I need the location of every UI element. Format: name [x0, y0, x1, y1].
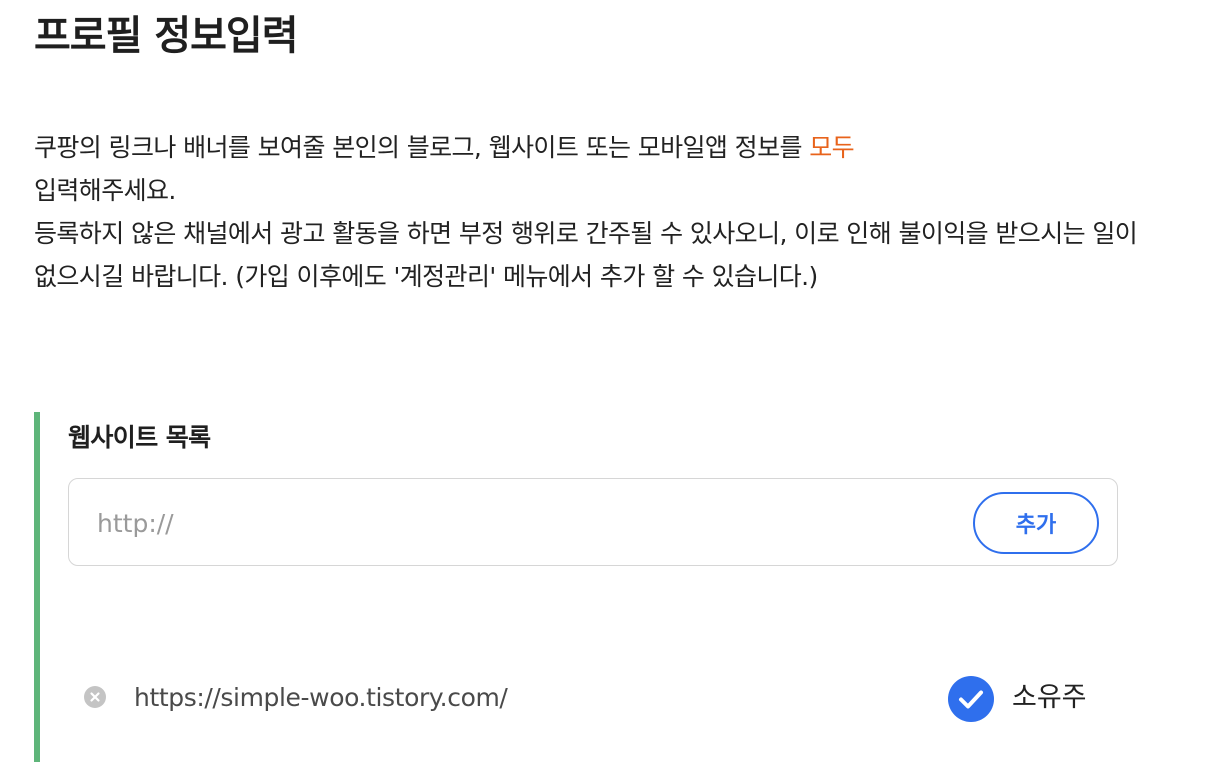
close-circle-icon[interactable] [84, 686, 106, 708]
check-circle-icon[interactable] [948, 676, 994, 722]
add-website-button[interactable]: 추가 [973, 492, 1099, 554]
website-url: https://simple-woo.tistory.com/ [134, 683, 508, 712]
description-line1: 쿠팡의 링크나 배너를 보여줄 본인의 블로그, 웹사이트 또는 모바일앱 정보… [34, 133, 810, 162]
description-highlight: 모두 [809, 133, 855, 162]
website-list-section: 웹사이트 목록 추가 https://simple-woo.tistory.co… [34, 412, 1140, 762]
website-list-title: 웹사이트 목록 [68, 423, 211, 452]
description-line2: 입력해주세요. [34, 176, 176, 205]
description-paragraph-1: 쿠팡의 링크나 배너를 보여줄 본인의 블로그, 웹사이트 또는 모바일앱 정보… [34, 126, 1144, 212]
website-url-input[interactable] [97, 503, 957, 543]
owner-label[interactable]: 소유주 [1012, 680, 1087, 716]
description-paragraph-2: 등록하지 않은 채널에서 광고 활동을 하면 부정 행위로 간주될 수 있사오니… [34, 219, 1138, 291]
page-title: 프로필 정보입력 [34, 13, 299, 59]
website-url-field: 추가 [68, 478, 1118, 566]
website-list-item: https://simple-woo.tistory.com/ 소유주 [80, 674, 1120, 722]
description-text: 쿠팡의 링크나 배너를 보여줄 본인의 블로그, 웹사이트 또는 모바일앱 정보… [34, 126, 1144, 298]
